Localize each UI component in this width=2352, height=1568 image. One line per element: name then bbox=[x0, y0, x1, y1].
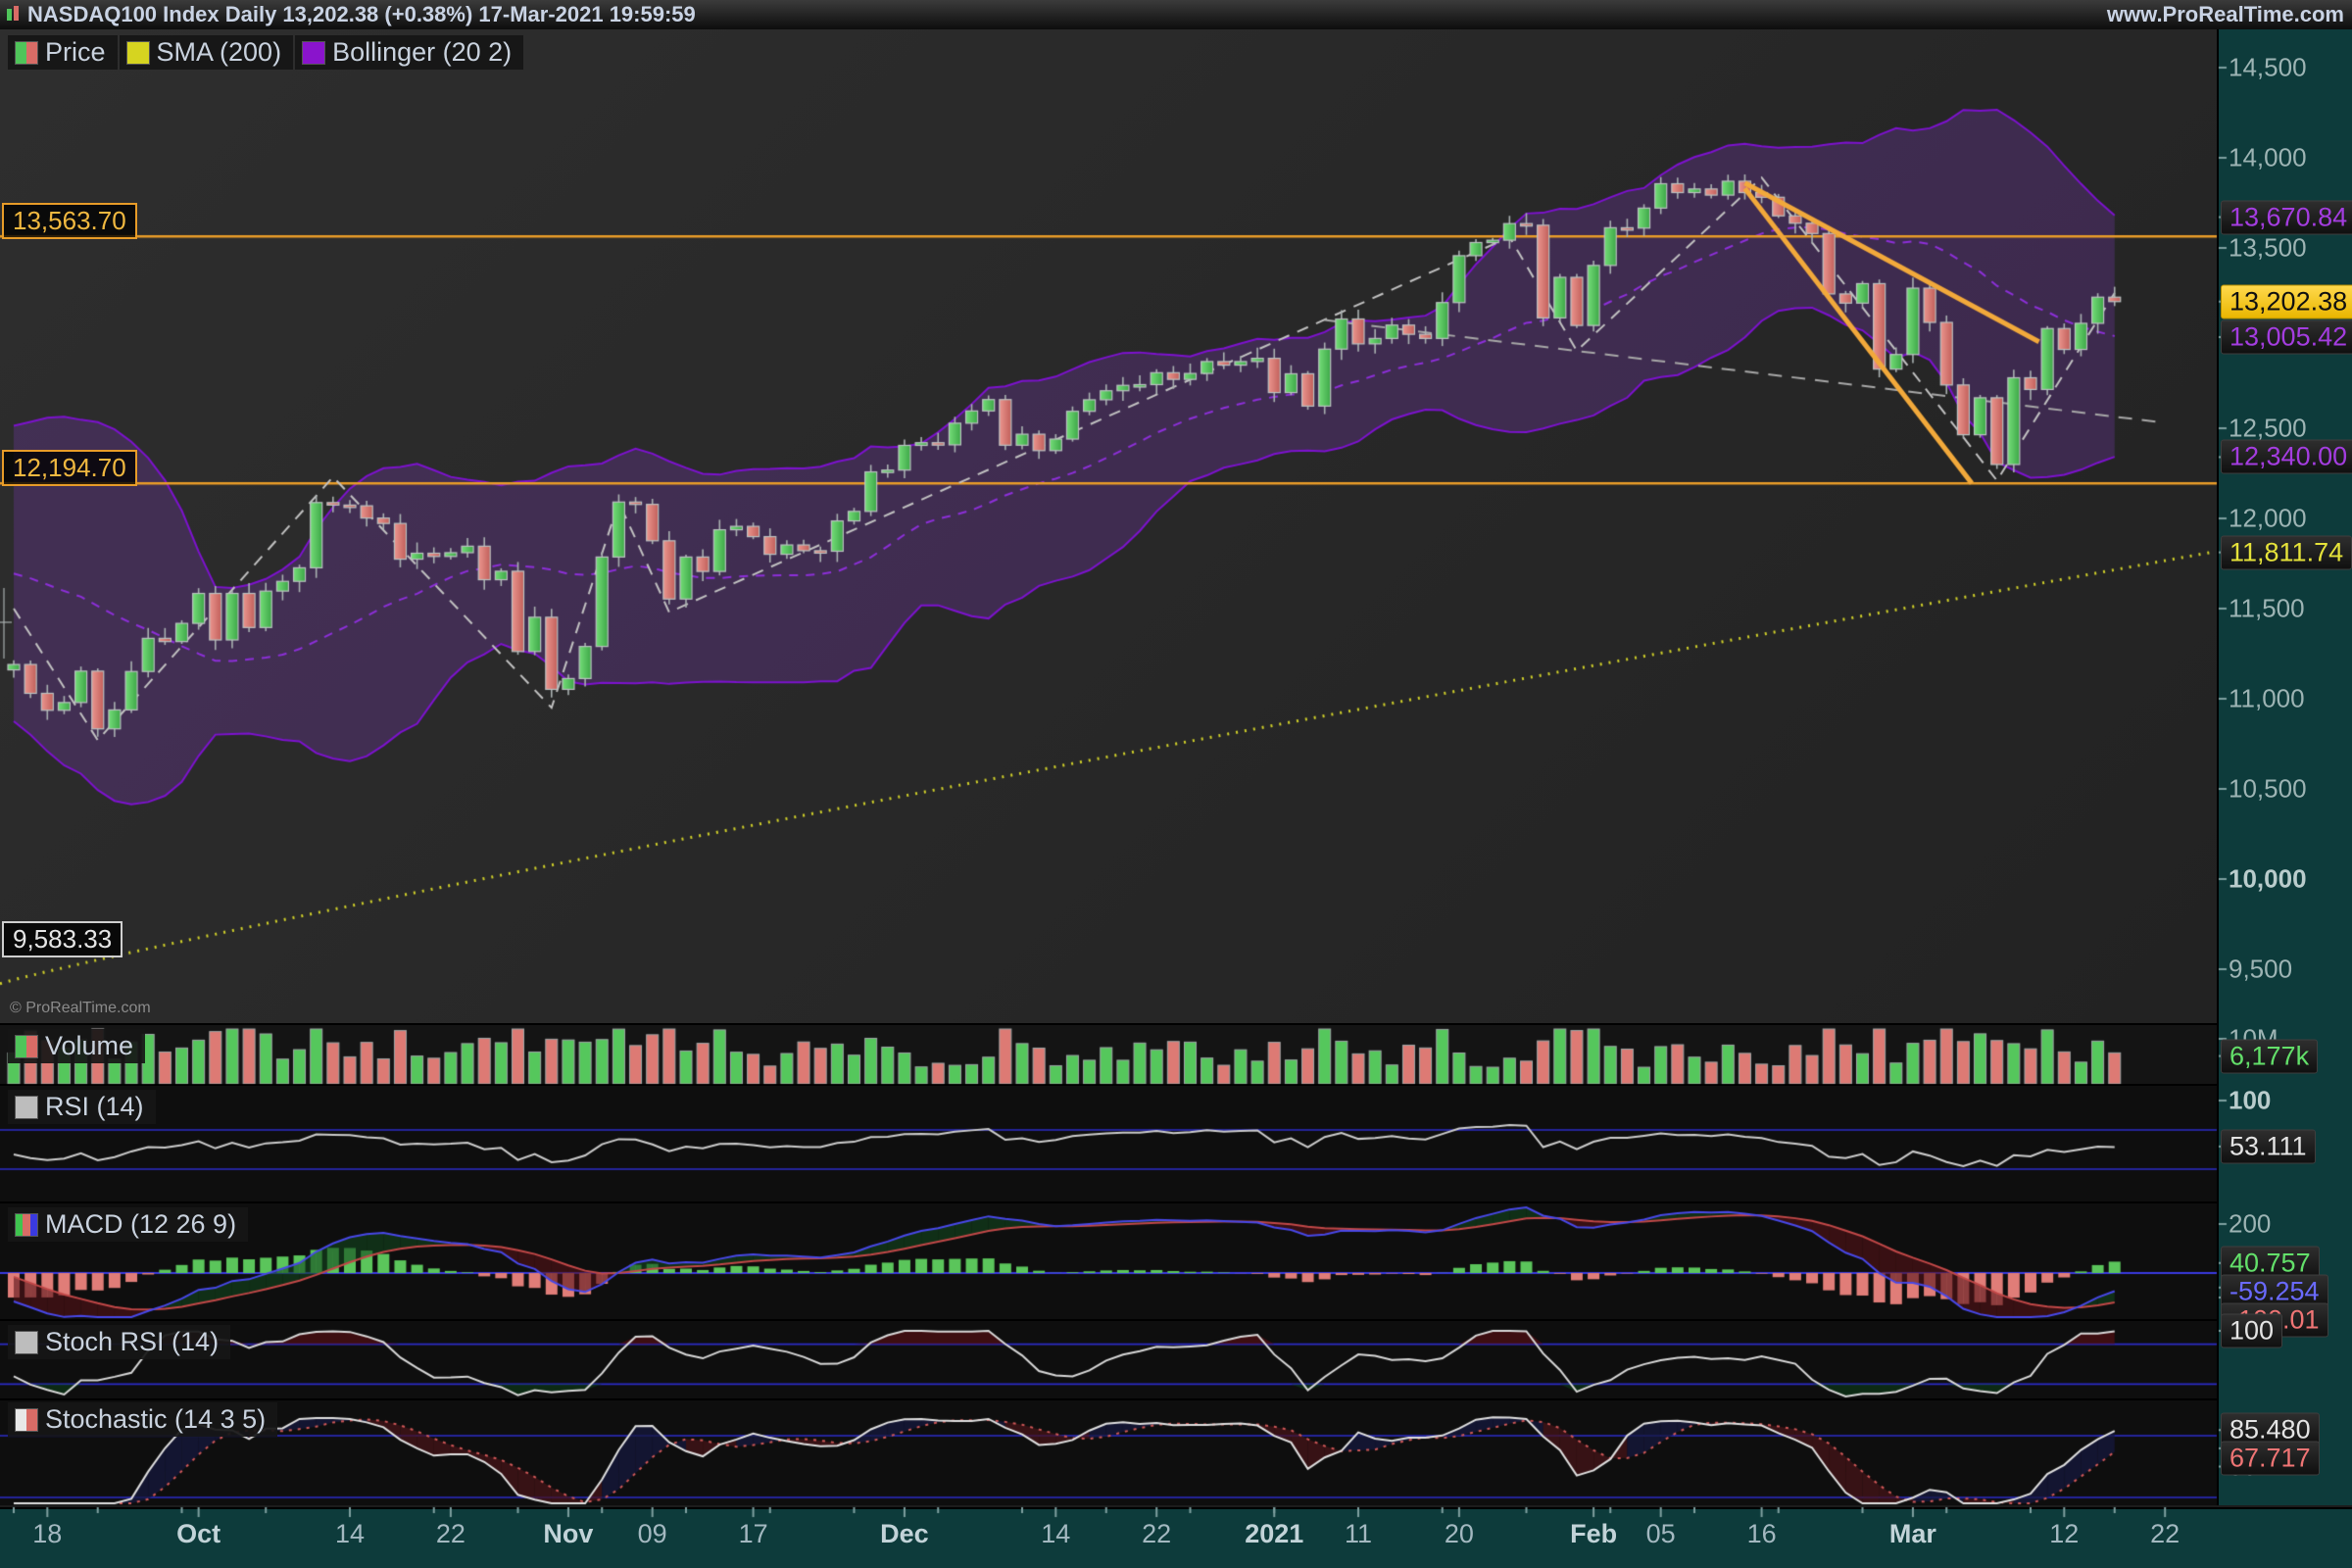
x-axis-label: Nov bbox=[543, 1519, 593, 1549]
legend-chip-rsi-14-[interactable]: RSI (14) bbox=[8, 1090, 156, 1124]
x-axis-label: Mar bbox=[1889, 1519, 1936, 1549]
x-axis-label: 22 bbox=[2150, 1519, 2180, 1549]
legend-swatch-icon bbox=[15, 41, 38, 65]
legend-rsi: RSI (14) bbox=[8, 1090, 158, 1124]
x-axis-label: 2021 bbox=[1245, 1519, 1303, 1549]
legend-label: Stoch RSI (14) bbox=[45, 1327, 219, 1357]
legend-label: MACD (12 26 9) bbox=[45, 1209, 236, 1240]
x-axis-label: 22 bbox=[1142, 1519, 1171, 1549]
x-axis-label: 14 bbox=[335, 1519, 365, 1549]
legend-chip-sma-200-[interactable]: SMA (200) bbox=[120, 35, 294, 70]
y-axis-tick: 11,500 bbox=[2229, 594, 2305, 624]
price-level-label: 9,583.33 bbox=[2, 921, 122, 957]
x-axis-label: 11 bbox=[1345, 1519, 1372, 1549]
legend-swatch-icon bbox=[15, 1408, 38, 1432]
legend-chip-volume[interactable]: Volume bbox=[8, 1029, 145, 1063]
x-axis-label: 05 bbox=[1646, 1519, 1676, 1549]
value-badge-price: 12,340.00 bbox=[2221, 440, 2352, 474]
y-axis-tick: 200 bbox=[2229, 1209, 2271, 1240]
x-axis-label: 17 bbox=[739, 1519, 768, 1549]
y-axis-tick: 14,000 bbox=[2229, 143, 2307, 173]
value-badge-price: 11,811.74 bbox=[2221, 535, 2352, 569]
legend-swatch-icon bbox=[302, 41, 325, 65]
legend-swatch-icon bbox=[15, 1035, 38, 1058]
legend-label: Stochastic (14 3 5) bbox=[45, 1404, 266, 1435]
x-axis-label: 22 bbox=[436, 1519, 466, 1549]
y-axis-tick: 10,000 bbox=[2229, 864, 2307, 895]
value-badge-price: 13,202.38 bbox=[2221, 284, 2352, 318]
legend-volume: Volume bbox=[8, 1029, 147, 1063]
legend-price: Price SMA (200) Bollinger (20 2) bbox=[8, 35, 525, 70]
value-badge-price: 13,005.42 bbox=[2221, 320, 2352, 355]
value-badge-price: 13,670.84 bbox=[2221, 200, 2352, 234]
y-axis-tick: 14,500 bbox=[2229, 53, 2307, 83]
x-axis-label: 12 bbox=[2049, 1519, 2079, 1549]
y-axis-tick: 9,500 bbox=[2229, 955, 2292, 985]
y-axis-tick: 13,500 bbox=[2229, 233, 2307, 264]
y-axis-tick: 100 bbox=[2229, 1086, 2271, 1116]
legend-chip-price[interactable]: Price bbox=[8, 35, 118, 70]
legend-swatch-icon bbox=[15, 1213, 38, 1237]
x-axis-label: 09 bbox=[638, 1519, 667, 1549]
x-axis-label: Feb bbox=[1570, 1519, 1617, 1549]
legend-swatch-icon bbox=[15, 1096, 38, 1119]
y-axis-tick: 12,000 bbox=[2229, 504, 2307, 534]
legend-stochrsi: Stoch RSI (14) bbox=[8, 1325, 232, 1359]
legend-macd: MACD (12 26 9) bbox=[8, 1207, 250, 1242]
legend-chip-stochastic-14-3-5-[interactable]: Stochastic (14 3 5) bbox=[8, 1402, 277, 1437]
chart-canvas[interactable] bbox=[0, 0, 2352, 1568]
legend-stoch: Stochastic (14 3 5) bbox=[8, 1402, 279, 1437]
website-link[interactable]: www.ProRealTime.com bbox=[2107, 2, 2344, 27]
candlestick-icon bbox=[6, 5, 22, 24]
x-axis-label: Oct bbox=[176, 1519, 220, 1549]
value-badge-rsi: 53.111 bbox=[2221, 1129, 2316, 1163]
y-axis-tick: 10,500 bbox=[2229, 774, 2307, 805]
legend-swatch-icon bbox=[126, 41, 150, 65]
legend-label: SMA (200) bbox=[157, 37, 282, 68]
x-axis-label: 14 bbox=[1041, 1519, 1070, 1549]
value-badge-volume: 6,177k bbox=[2221, 1039, 2318, 1073]
legend-swatch-icon bbox=[15, 1331, 38, 1354]
legend-label: RSI (14) bbox=[45, 1092, 144, 1122]
y-axis-tick: 11,000 bbox=[2229, 684, 2305, 714]
chart-title: NASDAQ100 Index Daily 13,202.38 (+0.38%)… bbox=[27, 2, 696, 27]
price-level-label: 12,194.70 bbox=[2, 450, 137, 486]
x-axis-label: Dec bbox=[880, 1519, 929, 1549]
legend-chip-stoch-rsi-14-[interactable]: Stoch RSI (14) bbox=[8, 1325, 230, 1359]
legend-label: Volume bbox=[45, 1031, 133, 1061]
title-bar: NASDAQ100 Index Daily 13,202.38 (+0.38%)… bbox=[0, 0, 2352, 29]
value-badge-stoch: 67.717 bbox=[2221, 1442, 2320, 1476]
x-axis-label: 20 bbox=[1445, 1519, 1474, 1549]
x-axis-label: 16 bbox=[1747, 1519, 1777, 1549]
price-level-label: 13,563.70 bbox=[2, 203, 137, 239]
legend-chip-macd-12-26-9-[interactable]: MACD (12 26 9) bbox=[8, 1207, 248, 1242]
value-badge-stochrsi: 100 bbox=[2221, 1314, 2282, 1348]
legend-label: Price bbox=[45, 37, 106, 68]
x-axis-label: 18 bbox=[32, 1519, 62, 1549]
y-axis-tick: 12,500 bbox=[2229, 414, 2307, 444]
legend-chip-bollinger-20-2-[interactable]: Bollinger (20 2) bbox=[295, 35, 523, 70]
legend-label: Bollinger (20 2) bbox=[332, 37, 512, 68]
prorealtime-chart-window: NASDAQ100 Index Daily 13,202.38 (+0.38%)… bbox=[0, 0, 2352, 1568]
copyright-note: © ProRealTime.com bbox=[10, 1000, 151, 1017]
